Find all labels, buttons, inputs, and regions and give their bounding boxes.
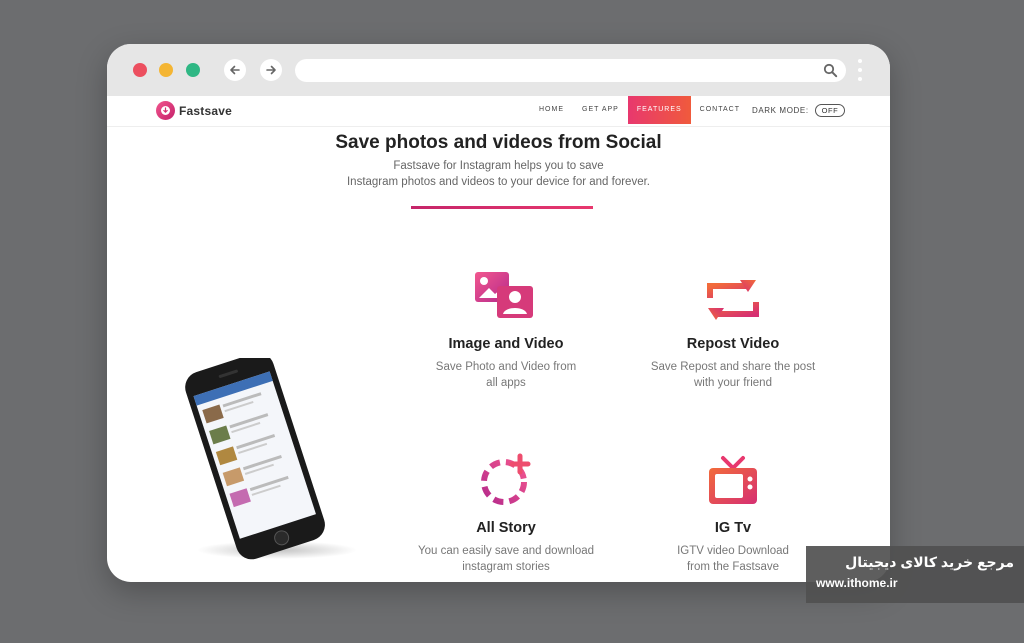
feature-title: Repost Video bbox=[686, 336, 780, 352]
main-menu: HOME GET APP FEATURES CONTACT DARK MODE:… bbox=[530, 96, 846, 124]
feature-all-story: All Story You can easily save and downlo… bbox=[406, 452, 606, 575]
tv-icon bbox=[709, 456, 757, 504]
dark-mode-label: DARK MODE: bbox=[751, 105, 809, 115]
feature-title: All Story bbox=[476, 520, 536, 536]
feature-image-video: Image and Video Save Photo and Video fro… bbox=[406, 268, 606, 391]
feature-description-line-2: with your friend bbox=[694, 377, 772, 389]
feature-description-line-1: Save Photo and Video from bbox=[435, 361, 577, 373]
nav-features[interactable]: FEATURES bbox=[627, 96, 691, 124]
forward-button[interactable] bbox=[260, 59, 282, 81]
image-video-icon bbox=[475, 272, 533, 318]
feature-description-line-1: IGTV video Download bbox=[677, 545, 789, 557]
close-window-button[interactable] bbox=[133, 63, 147, 77]
repost-icon bbox=[707, 280, 759, 320]
minimize-window-button[interactable] bbox=[159, 63, 173, 77]
feature-description-line-2: from the Fastsave bbox=[686, 561, 780, 573]
site-navbar: Fastsave HOME GET APP FEATURES CONTACT D… bbox=[107, 96, 890, 127]
section-divider bbox=[411, 206, 593, 209]
site-logo[interactable]: Fastsave bbox=[156, 101, 232, 120]
maximize-window-button[interactable] bbox=[186, 63, 200, 77]
feature-title: IG Tv bbox=[714, 520, 752, 536]
watermark-url: www.ithome.ir bbox=[816, 576, 898, 590]
hero-section: Save photos and videos from Social Fasts… bbox=[107, 132, 890, 190]
page-title: Save photos and videos from Social bbox=[335, 132, 662, 153]
browser-window: Fastsave HOME GET APP FEATURES CONTACT D… bbox=[107, 44, 890, 582]
story-add-icon bbox=[481, 453, 531, 505]
more-options-icon[interactable] bbox=[857, 59, 863, 83]
feature-ig-tv: IG Tv IGTV video Download from the Fasts… bbox=[633, 452, 833, 575]
feature-description-line-2: all apps bbox=[486, 377, 526, 389]
search-icon[interactable] bbox=[823, 63, 838, 78]
hero-description-line-2: Instagram photos and videos to your devi… bbox=[346, 176, 650, 188]
hero-description-line-1: Fastsave for Instagram helps you to save bbox=[393, 160, 604, 172]
feature-repost-video: Repost Video Save Repost and share the p… bbox=[633, 268, 833, 391]
feature-description-line-1: Save Repost and share the post bbox=[650, 361, 816, 373]
browser-toolbar bbox=[107, 44, 890, 96]
arrow-left-icon bbox=[230, 65, 240, 75]
feature-title: Image and Video bbox=[448, 336, 564, 352]
back-button[interactable] bbox=[224, 59, 246, 81]
logo-text: Fastsave bbox=[179, 103, 232, 118]
nav-home[interactable]: HOME bbox=[530, 96, 573, 124]
address-bar[interactable] bbox=[295, 59, 846, 82]
dark-mode-control: DARK MODE: OFF bbox=[751, 103, 846, 117]
nav-get-app[interactable]: GET APP bbox=[573, 96, 628, 124]
feature-description-line-2: instagram stories bbox=[462, 561, 550, 573]
watermark-banner: مرجع خرید کالای دیجیتال www.ithome.ir bbox=[806, 546, 1024, 603]
download-logo-icon bbox=[156, 101, 175, 120]
dark-mode-toggle[interactable]: OFF bbox=[814, 103, 846, 117]
feature-description-line-1: You can easily save and download bbox=[417, 545, 595, 557]
arrow-right-icon bbox=[266, 65, 276, 75]
phone-illustration bbox=[185, 358, 357, 560]
nav-contact[interactable]: CONTACT bbox=[691, 96, 749, 124]
watermark-persian-text: مرجع خرید کالای دیجیتال bbox=[845, 554, 1014, 570]
